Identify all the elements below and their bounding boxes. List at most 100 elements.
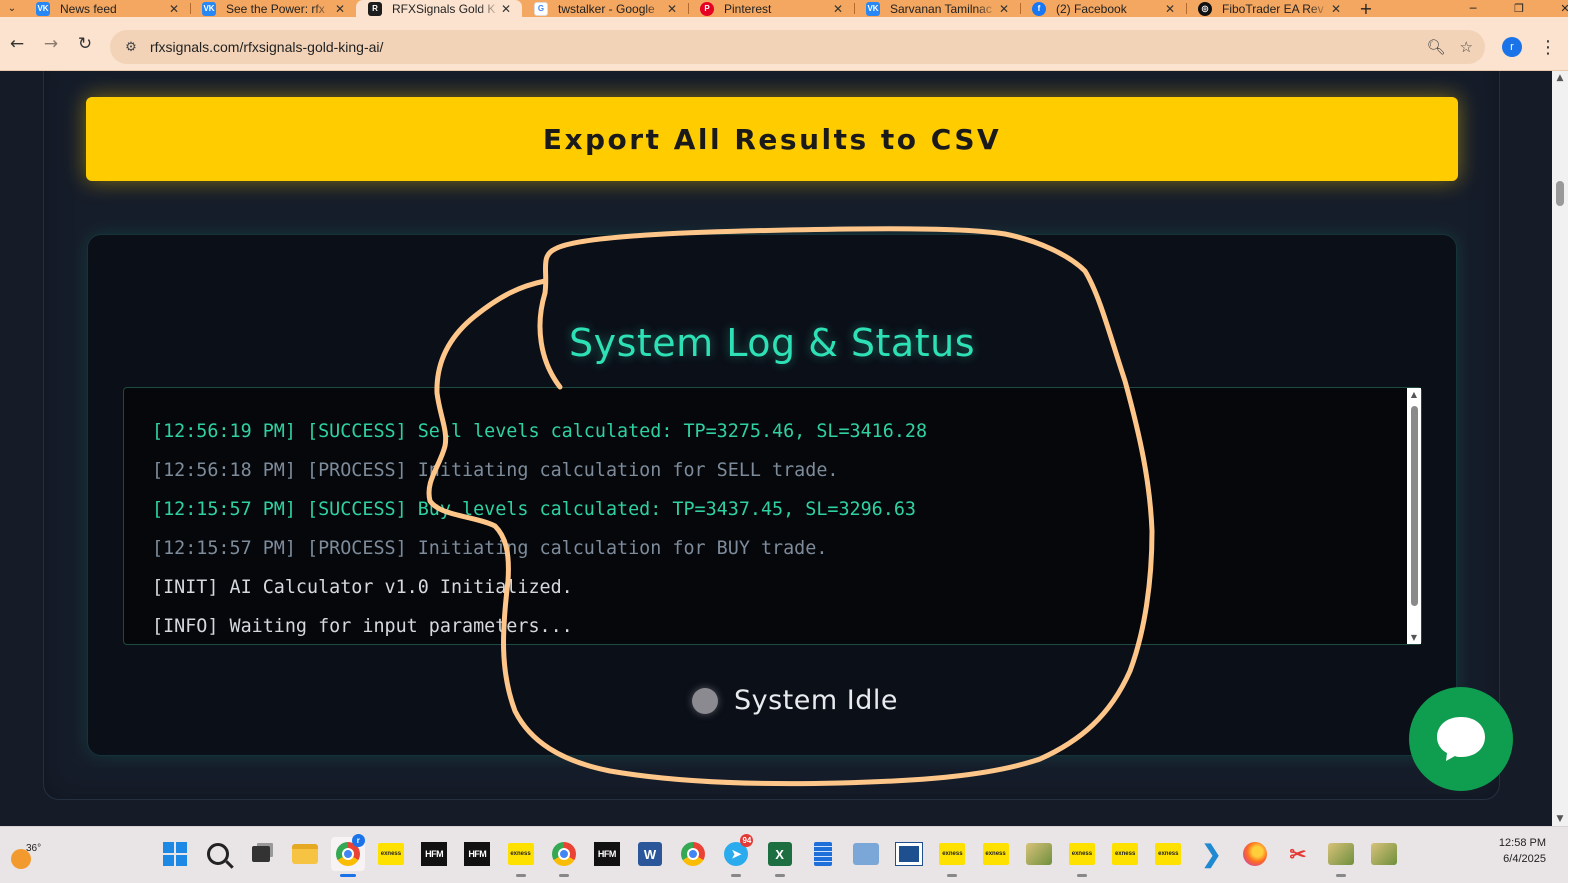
close-tab-icon[interactable]: ✕ [500, 2, 512, 16]
tab-rfxsignals-gold[interactable]: R RFXSignals Gold K ✕ [356, 0, 522, 17]
restore-icon[interactable]: ❐ [1496, 0, 1542, 17]
taskbar-exness-2[interactable]: exness [504, 837, 538, 877]
running-indicator [339, 874, 356, 877]
taskbar-hfm-2[interactable]: HFM [460, 837, 494, 871]
windows-logo-icon [163, 842, 187, 866]
export-csv-button[interactable]: Export All Results to CSV [86, 97, 1458, 181]
log-scrollbar[interactable]: ▲ ▼ [1407, 388, 1421, 644]
tab-title: RFXSignals Gold K [392, 1, 496, 16]
taskbar-exness-7[interactable]: exness [1151, 837, 1185, 871]
start-button[interactable] [158, 837, 192, 871]
taskbar-hfm-3[interactable]: HFM [590, 837, 624, 871]
log-line: [INFO] Waiting for input parameters... [152, 616, 573, 637]
tab-title: See the Power: rfx [226, 1, 325, 16]
close-tab-icon[interactable]: ✕ [1330, 2, 1342, 16]
log-lines: [12:56:19 PM] [SUCCESS] Sell levels calc… [152, 412, 927, 646]
page-scroll-up-icon[interactable]: ▲ [1552, 73, 1568, 83]
chrome-icon [681, 842, 706, 866]
taskbar-hfm-1[interactable]: HFM [417, 837, 451, 871]
taskbar-metatrader-2[interactable] [1324, 837, 1358, 877]
taskbar-chrome-2[interactable] [676, 837, 710, 871]
site-info-icon[interactable]: ⚙ [122, 38, 140, 56]
taskbar-metatrader-1[interactable] [1022, 837, 1056, 871]
zoom-icon[interactable]: 🔍︎ [1427, 38, 1446, 56]
taskbar-metatrader-3[interactable] [1367, 837, 1401, 871]
tab-fibotrader[interactable]: ◎ FiboTrader EA Rev ✕ [1186, 0, 1352, 17]
log-console[interactable]: [12:56:19 PM] [SUCCESS] Sell levels calc… [123, 387, 1422, 645]
close-tab-icon[interactable]: ✕ [666, 2, 678, 16]
tab-title: Sarvanan Tamilnac [890, 1, 992, 16]
tab-see-the-power[interactable]: VK See the Power: rfx ✕ [190, 0, 356, 17]
system-clock[interactable]: 12:58 PM 6/4/2025 [1499, 835, 1546, 867]
taskbar-search[interactable] [201, 837, 235, 871]
tab-news-feed[interactable]: VK News feed ✕ [24, 0, 190, 17]
clock-date: 6/4/2025 [1503, 853, 1546, 865]
tab-facebook[interactable]: f (2) Facebook ✕ [1020, 0, 1186, 17]
taskbar-exness-4[interactable]: exness [979, 837, 1013, 871]
page-viewport: Export All Results to CSV System Log & S… [0, 71, 1552, 826]
chrome-icon [551, 842, 576, 866]
running-indicator [731, 874, 742, 877]
tab-pinterest[interactable]: P Pinterest ✕ [688, 0, 854, 17]
hfm-icon: HFM [421, 842, 448, 866]
exness-icon: exness [507, 843, 534, 865]
bookmark-star-icon[interactable]: ☆ [1460, 38, 1473, 56]
scroll-down-arrow-icon[interactable]: ▼ [1407, 633, 1421, 642]
taskbar-firefox[interactable] [1238, 837, 1272, 871]
taskbar-excel[interactable]: X [763, 837, 797, 877]
vk-icon: VK [36, 1, 50, 16]
taskbar-exness-1[interactable]: exness [374, 837, 408, 871]
close-tab-icon[interactable]: ✕ [334, 2, 346, 16]
taskbar-telegram[interactable]: ➤ 94 [719, 834, 754, 877]
tab-twstalker[interactable]: G twstalker - Google ✕ [522, 0, 688, 17]
close-tab-icon[interactable]: ✕ [832, 2, 844, 16]
exness-icon: exness [1112, 843, 1139, 865]
word-icon: W [638, 842, 663, 866]
browser-menu-icon[interactable]: ⋮ [1539, 35, 1557, 59]
close-tab-icon[interactable]: ✕ [1164, 2, 1176, 16]
page-scrollbar-thumb[interactable] [1556, 181, 1564, 206]
exness-icon: exness [1068, 843, 1095, 865]
taskbar-file-explorer[interactable] [288, 837, 322, 871]
log-line: [12:15:57 PM] [PROCESS] Initiating calcu… [152, 538, 828, 559]
new-tab-button[interactable]: + [1352, 0, 1380, 18]
minimize-icon[interactable]: ─ [1450, 0, 1496, 17]
scroll-up-arrow-icon[interactable]: ▲ [1407, 390, 1421, 399]
taskbar-chrome[interactable]: r [330, 834, 365, 877]
reload-button[interactable]: ↻ [68, 27, 102, 61]
close-tab-icon[interactable]: ✕ [168, 2, 180, 16]
forward-button[interactable]: → [34, 27, 68, 61]
weather-widget[interactable]: 36° [8, 837, 44, 873]
tab-sarvanan[interactable]: VK Sarvanan Tamilnac ✕ [854, 0, 1020, 17]
taskbar-contacts[interactable] [849, 837, 883, 871]
taskbar-chrome-alt[interactable] [547, 837, 581, 877]
running-indicator [1336, 874, 1347, 877]
weather-temp: 36° [26, 843, 42, 854]
taskbar-notepad[interactable] [806, 837, 840, 871]
log-scrollbar-thumb[interactable] [1411, 406, 1418, 606]
tab-search-chevron-icon[interactable]: ⌄ [0, 0, 24, 17]
taskbar-vscode[interactable]: ❯ [1195, 837, 1229, 871]
hfm-icon: HFM [464, 842, 491, 866]
taskbar-snipping-tool[interactable]: ✂ [1281, 837, 1315, 871]
close-tab-icon[interactable]: ✕ [998, 2, 1010, 16]
page-scroll-down-icon[interactable]: ▼ [1552, 814, 1568, 824]
url-text[interactable]: rfxsignals.com/rfxsignals-gold-king-ai/ [150, 39, 383, 55]
back-button[interactable]: ← [0, 27, 34, 61]
profile-avatar[interactable]: r [1502, 37, 1522, 57]
taskbar-word[interactable]: W [633, 837, 667, 871]
running-indicator [1076, 874, 1087, 877]
task-view-button[interactable] [244, 837, 278, 871]
taskbar-exness-3[interactable]: exness [935, 837, 969, 877]
taskbar-exness-6[interactable]: exness [1108, 837, 1142, 871]
exness-icon: exness [982, 843, 1009, 865]
status-text: System Idle [734, 685, 898, 716]
chat-widget-button[interactable] [1409, 687, 1513, 791]
metatrader-icon [1025, 843, 1052, 865]
running-indicator [515, 874, 526, 877]
page-scrollbar[interactable]: ▲ ▼ [1552, 71, 1568, 826]
search-icon [207, 843, 230, 865]
taskbar-app-window[interactable] [892, 837, 926, 871]
taskbar-exness-5[interactable]: exness [1065, 837, 1099, 877]
address-bar[interactable]: ⚙ rfxsignals.com/rfxsignals-gold-king-ai… [110, 30, 1485, 64]
